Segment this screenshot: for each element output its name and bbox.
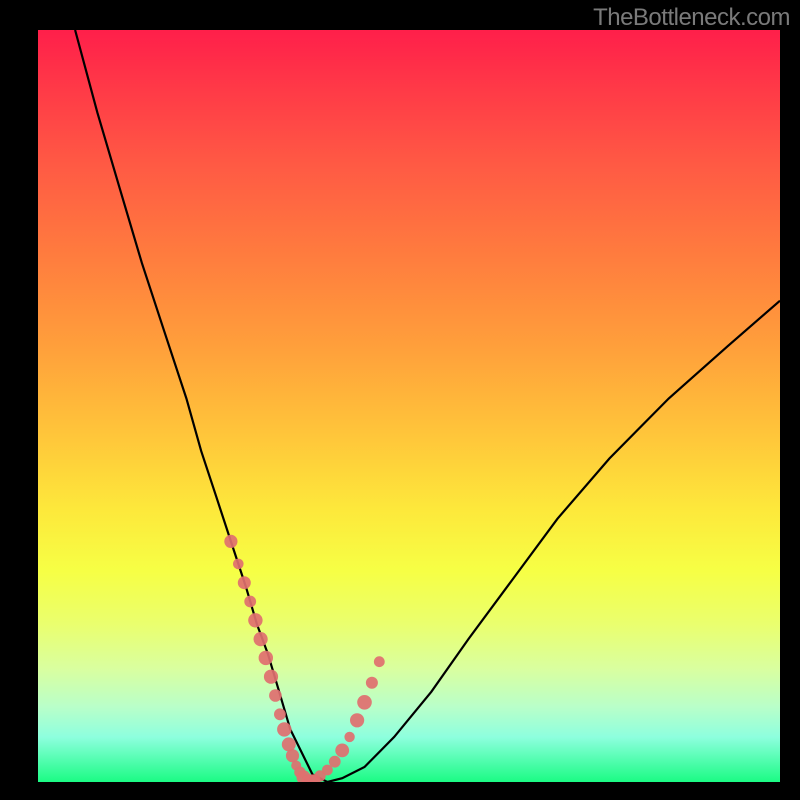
plot-area bbox=[38, 30, 780, 782]
highlighted-dots bbox=[38, 30, 780, 782]
chart-frame: TheBottleneck.com bbox=[0, 0, 800, 800]
watermark-text: TheBottleneck.com bbox=[593, 4, 790, 32]
